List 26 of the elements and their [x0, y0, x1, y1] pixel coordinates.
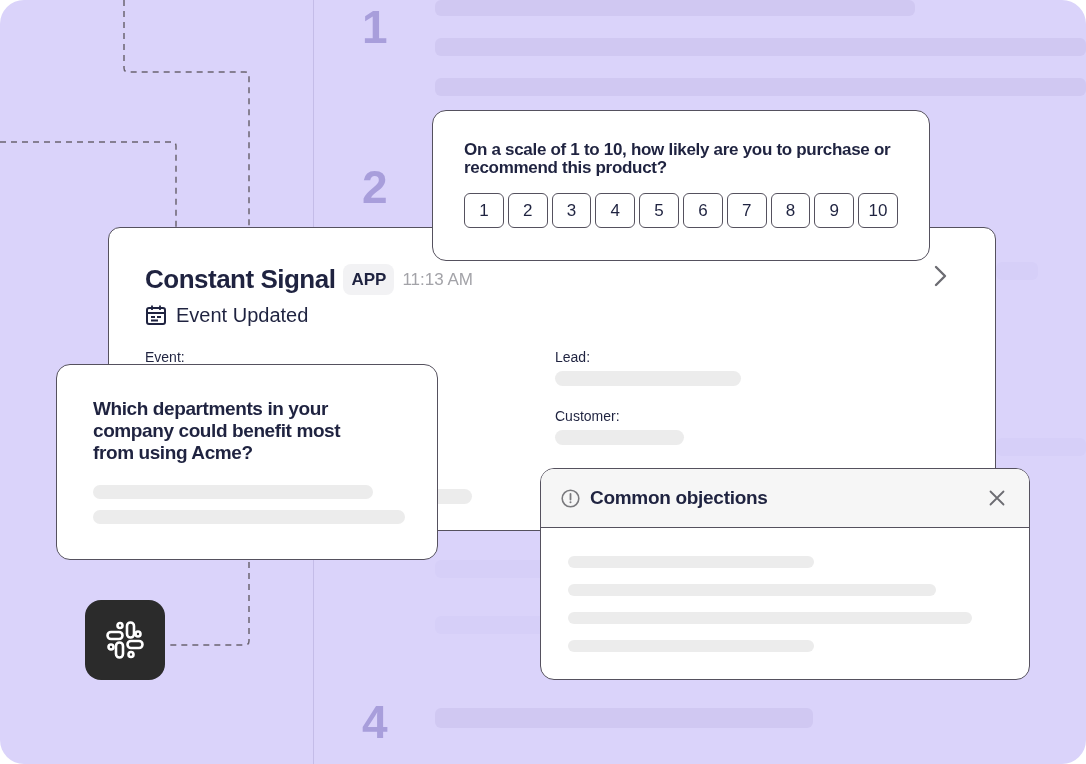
- card-title: Common objections: [590, 485, 768, 510]
- rating-button[interactable]: 5: [639, 193, 679, 228]
- rating-button[interactable]: 1: [464, 193, 504, 228]
- rating-button[interactable]: 4: [595, 193, 636, 228]
- chevron-right-icon[interactable]: [933, 264, 949, 288]
- timestamp: 11:13 AM: [402, 268, 473, 291]
- close-icon[interactable]: [989, 490, 1005, 506]
- rating-button[interactable]: 7: [726, 193, 767, 228]
- rating-button[interactable]: 6: [683, 193, 723, 228]
- rating-button[interactable]: 2: [507, 193, 548, 228]
- field-label: Lead:: [555, 348, 591, 367]
- rating-button[interactable]: 9: [814, 193, 855, 228]
- info-icon: [561, 488, 580, 508]
- sender-name: Constant Signal: [145, 263, 336, 296]
- event-title: Event Updated: [176, 303, 309, 328]
- logo-icon: [106, 621, 144, 659]
- rating-button[interactable]: 10: [858, 193, 898, 228]
- field-label: Event:: [145, 348, 185, 367]
- placeholder-bar: [996, 262, 1038, 280]
- rating-button[interactable]: 8: [770, 193, 811, 228]
- app-badge: APP: [343, 263, 395, 296]
- field-label: Customer:: [555, 407, 620, 426]
- rating-button[interactable]: 3: [551, 193, 592, 228]
- calendar-icon: [145, 304, 167, 326]
- survey-question: On a scale of 1 to 10, how likely are you to purchase or recommend this product?: [464, 141, 892, 177]
- question-text: Which departments in your company could benefit most from using Acme?: [93, 398, 342, 464]
